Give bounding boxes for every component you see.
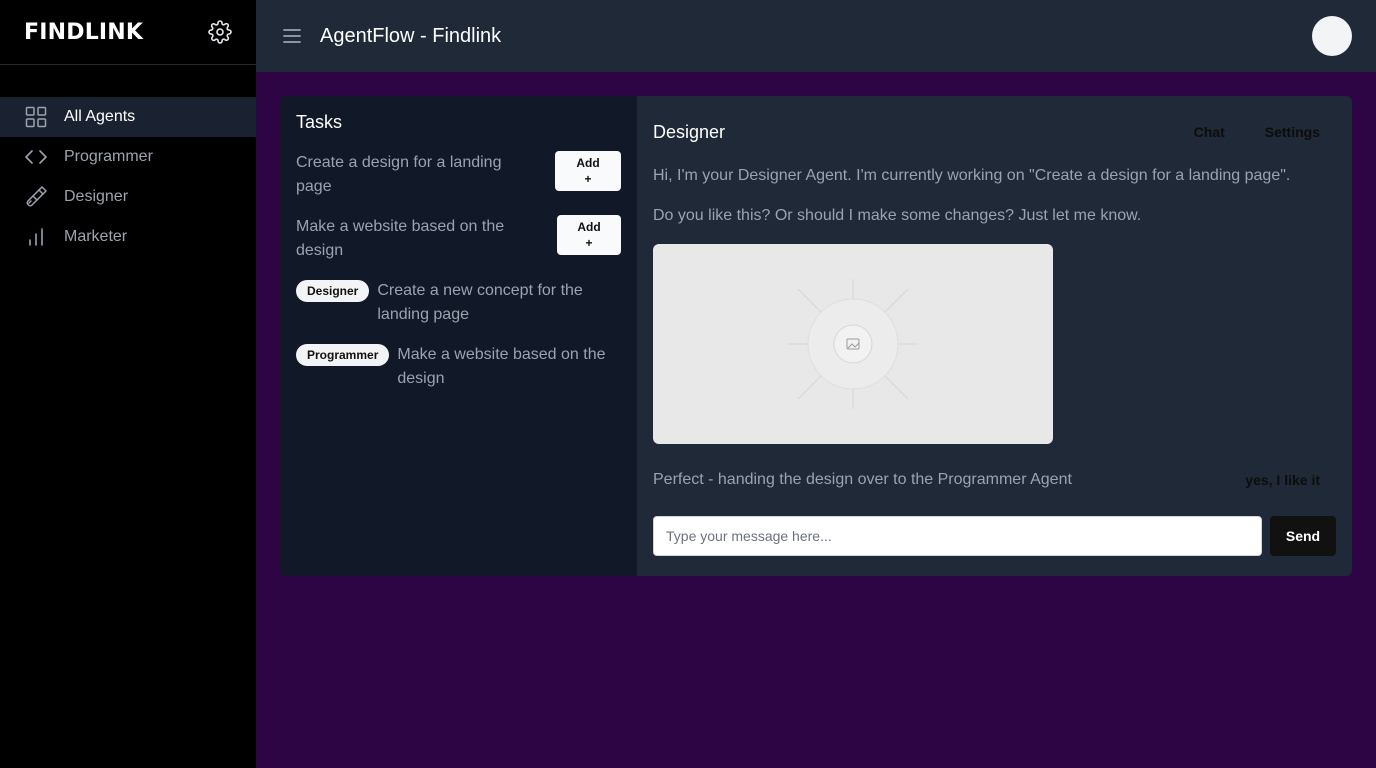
- add-button-label: Add: [576, 156, 600, 170]
- send-button[interactable]: Send: [1270, 516, 1336, 556]
- paintbrush-icon: [24, 185, 48, 209]
- sidebar-item-label: All Agents: [64, 108, 136, 125]
- hamburger-menu-icon[interactable]: [280, 24, 304, 48]
- agent-badge: Designer: [296, 280, 370, 302]
- image-placeholder-icon: [788, 279, 918, 409]
- tab-chat[interactable]: Chat: [1178, 124, 1241, 140]
- message-input[interactable]: [653, 516, 1262, 556]
- tasks-title: Tasks: [296, 112, 343, 132]
- task-text: Create a design for a landing page: [296, 154, 502, 195]
- agent-message: Perfect - handing the design over to the…: [653, 471, 1072, 488]
- avatar[interactable]: [1312, 16, 1352, 56]
- add-task-button[interactable]: Add +: [557, 215, 621, 255]
- task-text: Make a website based on the design: [397, 346, 606, 387]
- chat-header: Designer Chat Settings: [653, 112, 1336, 152]
- add-button-label: Add: [577, 220, 601, 234]
- bar-chart-icon: [24, 225, 48, 249]
- agent-title: Designer: [653, 121, 726, 142]
- task-item: Make a website based on the design Add +: [296, 215, 621, 263]
- gear-icon[interactable]: [208, 20, 232, 44]
- user-message: yes, I like it: [1245, 472, 1320, 488]
- sidebar-item-designer[interactable]: Designer: [0, 177, 256, 217]
- sidebar-item-label: Programmer: [64, 148, 153, 165]
- sidebar-item-programmer[interactable]: Programmer: [0, 137, 256, 177]
- chat-tabs: Chat Settings: [1178, 124, 1336, 140]
- tab-settings[interactable]: Settings: [1249, 124, 1336, 140]
- agent-badge: Programmer: [296, 344, 390, 366]
- agent-message: Do you like this? Or should I make some …: [653, 207, 1142, 224]
- page-title: AgentFlow - Findlink: [320, 24, 502, 47]
- task-text: Make a website based on the design: [296, 218, 505, 259]
- agent-chat-panel: Designer Chat Settings Hi, I'm your Desi…: [637, 96, 1352, 576]
- sidebar-header: FINDLINK: [0, 0, 256, 65]
- sidebar-item-label: Designer: [64, 188, 129, 205]
- sidebar-item-marketer[interactable]: Marketer: [0, 217, 256, 257]
- top-bar: AgentFlow - Findlink: [256, 0, 1376, 72]
- sidebar-item-all-agents[interactable]: All Agents: [0, 97, 256, 137]
- code-icon: [24, 145, 48, 169]
- design-image-placeholder[interactable]: [653, 244, 1053, 444]
- grid-icon: [24, 105, 48, 129]
- plus-icon: +: [585, 236, 593, 250]
- plus-icon: +: [584, 172, 592, 186]
- message-composer: Send: [653, 516, 1336, 556]
- add-task-button[interactable]: Add +: [555, 151, 621, 191]
- sidebar: FINDLINK All Agents Programmer Designer …: [0, 0, 256, 768]
- task-item: Create a design for a landing page Add +: [296, 151, 621, 199]
- sidebar-item-label: Marketer: [64, 228, 128, 245]
- task-text: Create a new concept for the landing pag…: [377, 282, 583, 323]
- tasks-panel: Tasks Create a design for a landing page…: [280, 96, 637, 576]
- sidebar-nav: All Agents Programmer Designer Marketer: [0, 97, 256, 257]
- agent-message: Hi, I'm your Designer Agent. I'm current…: [653, 167, 1291, 184]
- assigned-task-item: Designer Create a new concept for the la…: [296, 279, 621, 327]
- reply-row: Perfect - handing the design over to the…: [653, 468, 1336, 492]
- brand-logo[interactable]: FINDLINK: [24, 20, 143, 45]
- assigned-task-item: Programmer Make a website based on the d…: [296, 343, 621, 391]
